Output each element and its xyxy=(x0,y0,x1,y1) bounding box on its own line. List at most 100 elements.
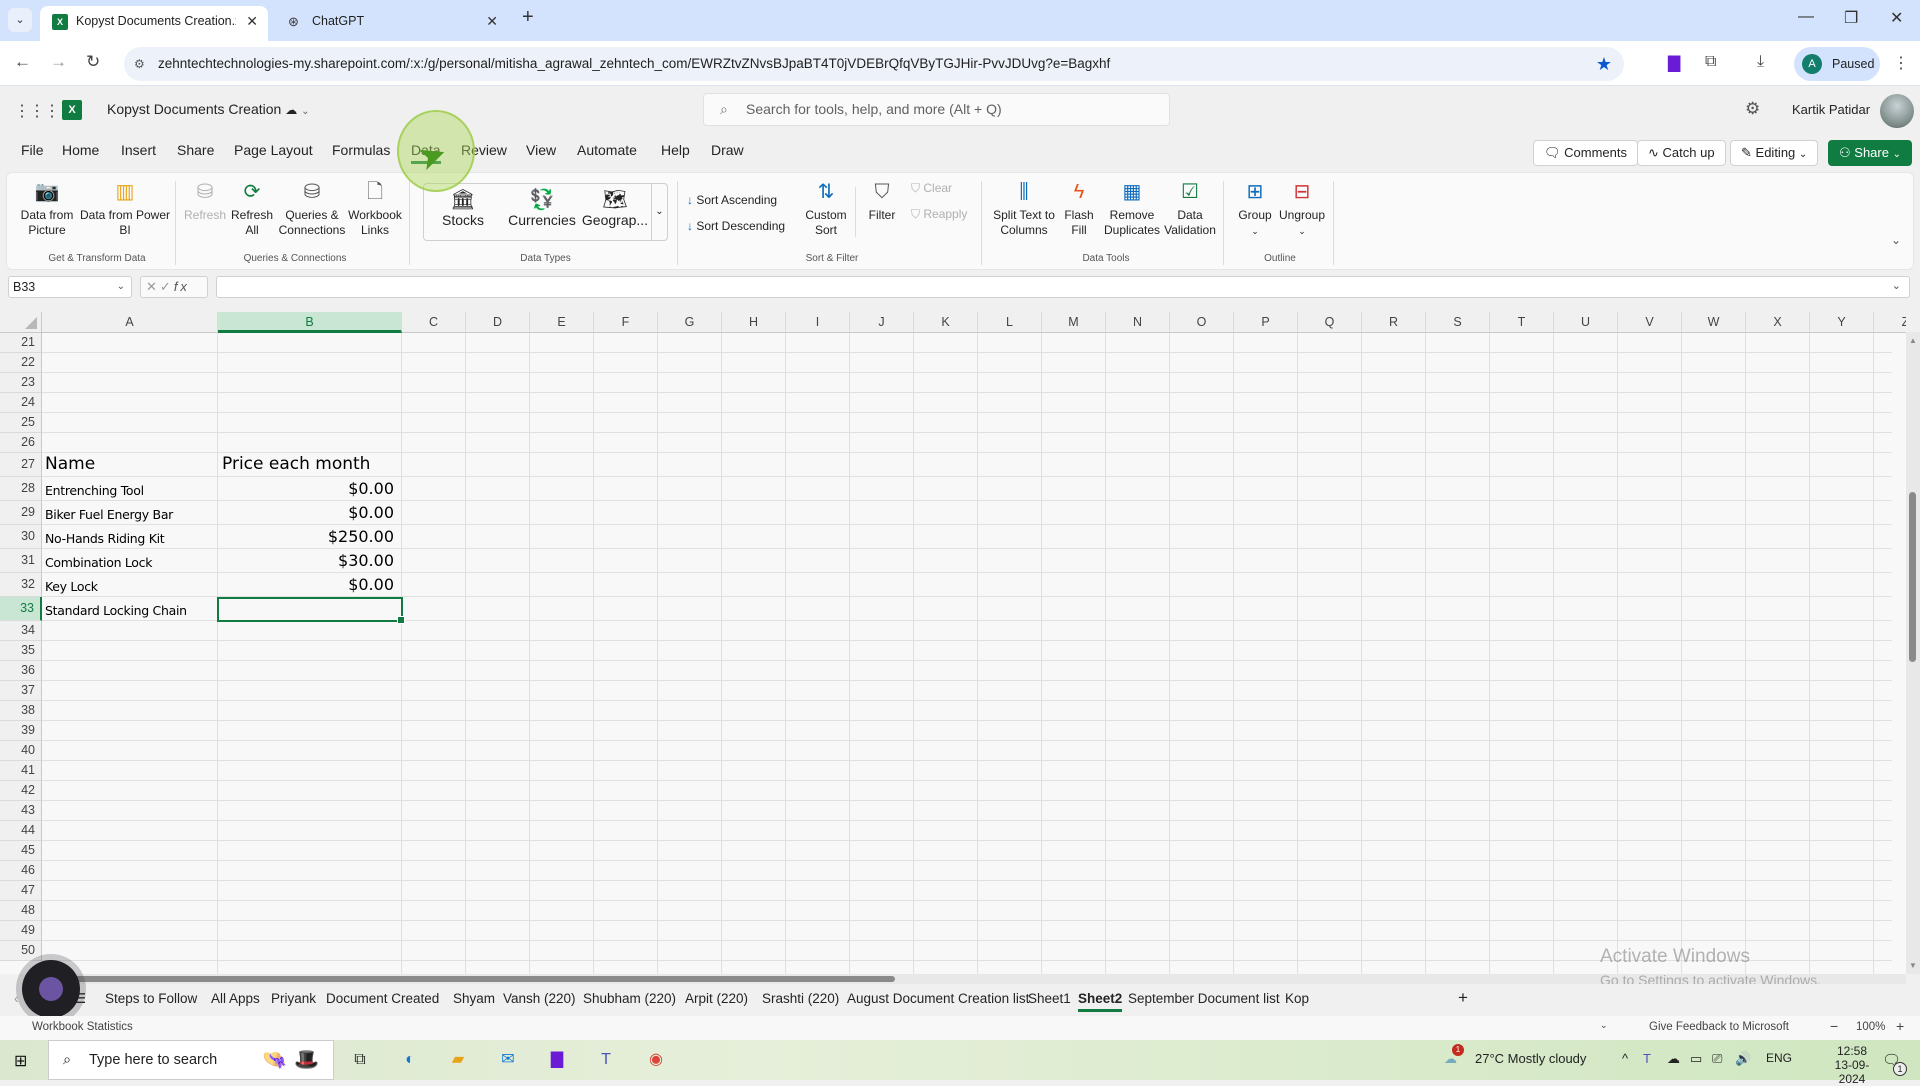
sheet-tab-priyank[interactable]: Priyank xyxy=(271,991,316,1006)
flash-fill-button[interactable]: ϟ Flash Fill xyxy=(1061,179,1097,238)
enter-icon[interactable]: ✓ xyxy=(160,279,174,294)
row-header-37[interactable]: 37 xyxy=(0,681,42,701)
sheet-tab-september-document-list[interactable]: September Document list xyxy=(1128,991,1280,1006)
edge-icon[interactable]: ◐ xyxy=(398,1048,422,1072)
name-box[interactable]: B33 ⌄ xyxy=(8,276,132,298)
row-header-21[interactable]: 21 xyxy=(0,333,42,353)
cell-b28-price[interactable]: $0.00 xyxy=(218,479,394,498)
language-indicator[interactable]: ENG xyxy=(1766,1051,1792,1065)
teams-icon[interactable]: T xyxy=(594,1048,618,1072)
sheet-tab-sheet2[interactable]: Sheet2 xyxy=(1078,991,1123,1012)
column-header-a[interactable]: A xyxy=(42,312,218,333)
forward-icon[interactable]: → xyxy=(50,52,67,72)
row-header-43[interactable]: 43 xyxy=(0,801,42,821)
column-header-q[interactable]: Q xyxy=(1298,312,1362,333)
tab-share[interactable]: Share xyxy=(177,142,214,158)
column-header-c[interactable]: C xyxy=(402,312,466,333)
formula-input[interactable]: ⌄ xyxy=(216,276,1910,298)
sheet-tab-sheet1[interactable]: Sheet1 xyxy=(1028,991,1071,1006)
tab-home[interactable]: Home xyxy=(62,142,99,158)
network-icon[interactable]: ⎚ xyxy=(1712,1051,1722,1067)
browser-menu-icon[interactable]: ⋮ xyxy=(1893,53,1909,73)
sort-descending-button[interactable]: ↓ Sort Descending xyxy=(687,219,785,233)
cell-b30-price[interactable]: $250.00 xyxy=(218,527,394,546)
workbook-statistics[interactable]: Workbook Statistics xyxy=(32,1021,133,1033)
row-header-40[interactable]: 40 xyxy=(0,741,42,761)
row-header-26[interactable]: 26 xyxy=(0,433,42,453)
tab-automate[interactable]: Automate xyxy=(577,142,637,158)
sheet-tab-steps-to-follow[interactable]: Steps to Follow xyxy=(105,991,197,1006)
tab-draw[interactable]: Draw xyxy=(711,142,744,158)
restore-icon[interactable]: ❐ xyxy=(1844,8,1858,28)
bookmark-star-icon[interactable]: ★ xyxy=(1596,47,1612,81)
tab-help[interactable]: Help xyxy=(661,142,690,158)
sheet-tab-all-apps[interactable]: All Apps xyxy=(211,991,260,1006)
filter-button[interactable]: ⛉ Filter xyxy=(861,179,903,223)
extension-icon[interactable]: ▇ xyxy=(1668,53,1680,73)
row-header-33[interactable]: 33 xyxy=(0,597,42,621)
row-header-22[interactable]: 22 xyxy=(0,353,42,373)
column-header-h[interactable]: H xyxy=(722,312,786,333)
refresh-button[interactable]: ⛁ Refresh xyxy=(183,179,227,223)
row-header-34[interactable]: 34 xyxy=(0,621,42,641)
meet-now-icon[interactable]: ▭ xyxy=(1690,1051,1702,1067)
extensions-puzzle-icon[interactable]: ⧉ xyxy=(1705,53,1716,71)
tab-view[interactable]: View xyxy=(526,142,556,158)
tab-search-button[interactable]: ⌄ xyxy=(8,8,32,32)
screen-recorder-bubble[interactable] xyxy=(22,960,80,1018)
sort-ascending-button[interactable]: ↓ Sort Ascending xyxy=(687,193,777,207)
row-header-49[interactable]: 49 xyxy=(0,921,42,941)
user-name[interactable]: Kartik Patidar xyxy=(1792,102,1870,117)
teams-tray-icon[interactable]: T xyxy=(1643,1051,1651,1066)
row-header-32[interactable]: 32 xyxy=(0,573,42,597)
weather-text[interactable]: 27°C Mostly cloudy xyxy=(1475,1051,1586,1066)
row-header-25[interactable]: 25 xyxy=(0,413,42,433)
url-input[interactable]: ⚙ zehntechtechnologies-my.sharepoint.com… xyxy=(124,47,1624,81)
onedrive-icon[interactable]: ☁ xyxy=(1667,1051,1680,1067)
row-header-48[interactable]: 48 xyxy=(0,901,42,921)
sheet-tab-shubham-220[interactable]: Shubham (220) xyxy=(583,991,676,1006)
column-header-s[interactable]: S xyxy=(1426,312,1490,333)
show-hidden-icons[interactable]: ^ xyxy=(1622,1051,1628,1066)
row-header-41[interactable]: 41 xyxy=(0,761,42,781)
column-header-i[interactable]: I xyxy=(786,312,850,333)
row-header-35[interactable]: 35 xyxy=(0,641,42,661)
split-text-to-columns-button[interactable]: ⫼ Split Text to Columns xyxy=(991,179,1057,238)
row-header-42[interactable]: 42 xyxy=(0,781,42,801)
column-header-b[interactable]: B xyxy=(218,312,402,333)
zoom-out-icon[interactable]: − xyxy=(1830,1018,1838,1034)
sheet-tab-kop[interactable]: Kop xyxy=(1285,991,1309,1006)
row-header-47[interactable]: 47 xyxy=(0,881,42,901)
catch-up-button[interactable]: ∿ Catch up xyxy=(1637,140,1726,166)
group-button[interactable]: ⊞ Group ⌄ xyxy=(1233,179,1277,239)
reload-icon[interactable]: ↻ xyxy=(86,52,100,72)
chrome-icon[interactable]: ◉ xyxy=(644,1048,668,1072)
geography-button[interactable]: 🗺 Geograp... xyxy=(580,190,650,228)
chevron-down-icon[interactable]: ⌄ xyxy=(1600,1020,1608,1031)
column-header-x[interactable]: X xyxy=(1746,312,1810,333)
row-header-23[interactable]: 23 xyxy=(0,373,42,393)
row-header-29[interactable]: 29 xyxy=(0,501,42,525)
horizontal-scroll-thumb[interactable] xyxy=(70,976,895,982)
comments-button[interactable]: 🗨 Comments xyxy=(1533,140,1638,166)
cancel-icon[interactable]: ✕ xyxy=(146,279,160,294)
row-header-44[interactable]: 44 xyxy=(0,821,42,841)
data-from-power-bi-button[interactable]: ▥ Data from Power BI xyxy=(75,179,175,238)
reapply-filter-button[interactable]: ⛉ Reapply xyxy=(911,207,967,222)
row-header-36[interactable]: 36 xyxy=(0,661,42,681)
mail-icon[interactable]: ✉ xyxy=(496,1048,520,1072)
cell-a29-name[interactable]: Biker Fuel Energy Bar xyxy=(45,507,173,522)
feedback-link[interactable]: Give Feedback to Microsoft xyxy=(1649,1021,1789,1033)
sheet-tab-arpit-220[interactable]: Arpit (220) xyxy=(685,991,748,1006)
cell-a33-name[interactable]: Standard Locking Chain xyxy=(45,603,187,618)
user-avatar[interactable] xyxy=(1880,94,1914,128)
purple-app-icon[interactable]: ▇ xyxy=(545,1048,569,1072)
column-header-z[interactable]: Z xyxy=(1874,312,1906,333)
column-header-r[interactable]: R xyxy=(1362,312,1426,333)
column-header-p[interactable]: P xyxy=(1234,312,1298,333)
cell-b27-price-header[interactable]: Price each month xyxy=(222,454,370,474)
column-header-v[interactable]: V xyxy=(1618,312,1682,333)
cell-b31-price[interactable]: $30.00 xyxy=(218,551,394,570)
cell-b29-price[interactable]: $0.00 xyxy=(218,503,394,522)
refresh-all-button[interactable]: ⟳ Refresh All xyxy=(227,179,277,238)
